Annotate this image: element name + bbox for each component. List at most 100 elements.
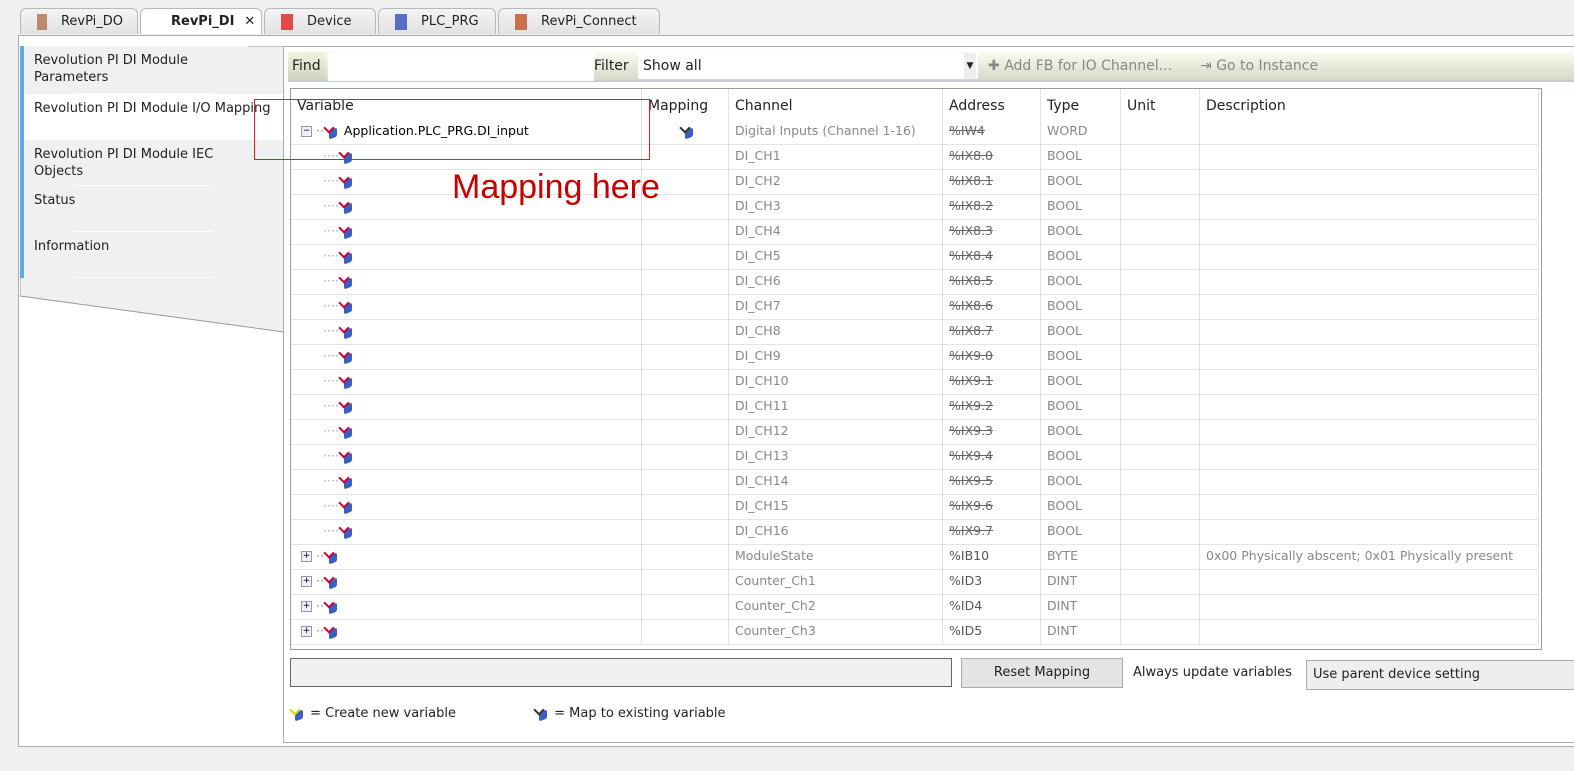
table-row[interactable]: ···· DI_CH10 %IX9.1 BOOL [291, 369, 1539, 395]
create-variable-icon [290, 706, 306, 722]
table-row[interactable]: ···· DI_CH15 %IX9.6 BOOL [291, 494, 1539, 520]
cell-channel: DI_CH11 [729, 394, 943, 419]
table-row[interactable]: ···· DI_CH5 %IX8.4 BOOL [291, 244, 1539, 270]
chevron-down-icon[interactable]: ▼ [964, 53, 976, 79]
find-input[interactable] [328, 53, 594, 81]
cell-variable[interactable]: + ·· [291, 569, 642, 594]
cell-variable[interactable]: + ·· [291, 544, 642, 569]
cell-variable[interactable]: ···· [291, 319, 642, 344]
cell-type: BOOL [1041, 294, 1121, 319]
cell-address: %IX8.2 [943, 194, 1041, 219]
cell-unit [1121, 569, 1200, 594]
reset-mapping-button[interactable]: Reset Mapping [961, 658, 1123, 688]
cell-mapping [642, 519, 729, 544]
column-header-description[interactable]: Description [1200, 89, 1539, 119]
status-field[interactable] [290, 658, 952, 687]
cell-variable[interactable]: ···· [291, 219, 642, 244]
cell-mapping [642, 444, 729, 469]
sidebar-item[interactable]: Revolution PI DI Module Parameters [20, 46, 248, 94]
cell-type-text: BOOL [1047, 298, 1082, 313]
cell-variable[interactable]: + ·· [291, 594, 642, 619]
sidebar-item[interactable]: Revolution PI DI Module I/O Mapping [20, 94, 284, 140]
cell-description [1200, 469, 1539, 494]
cell-unit [1121, 144, 1200, 169]
table-row[interactable]: + ·· Counter_Ch2 %ID4 DINT [291, 594, 1539, 620]
cell-variable[interactable]: ···· [291, 294, 642, 319]
table-row[interactable]: ···· DI_CH8 %IX8.7 BOOL [291, 319, 1539, 345]
column-header-type[interactable]: Type [1041, 89, 1121, 119]
column-header-address[interactable]: Address [943, 89, 1041, 119]
filter-select[interactable]: Show all ▼ [638, 53, 978, 79]
cell-variable[interactable]: ···· [291, 344, 642, 369]
cell-unit [1121, 494, 1200, 519]
table-row[interactable]: + ·· ModuleState %IB10 BYTE 0x00 Physically … [291, 544, 1539, 570]
always-update-select[interactable]: Use parent device setting [1306, 660, 1574, 690]
cell-unit [1121, 294, 1200, 319]
table-row[interactable]: ···· DI_CH14 %IX9.5 BOOL [291, 469, 1539, 495]
expand-icon[interactable]: + [301, 601, 312, 612]
table-row[interactable]: ···· DI_CH13 %IX9.4 BOOL [291, 444, 1539, 470]
cell-type: BOOL [1041, 394, 1121, 419]
column-header-channel[interactable]: Channel [729, 89, 943, 119]
cell-mapping [642, 244, 729, 269]
tab-revpi_do[interactable]: RevPi_DO [20, 8, 138, 34]
table-row[interactable]: + ·· Counter_Ch1 %ID3 DINT [291, 569, 1539, 595]
cell-variable[interactable]: ···· [291, 519, 642, 544]
cell-variable[interactable]: ···· [291, 444, 642, 469]
sidebar-item[interactable]: Revolution PI DI Module IEC Objects [20, 140, 248, 186]
tab-revpi_di[interactable]: RevPi_DI ✕ [140, 8, 262, 34]
io-variable-icon [339, 524, 355, 540]
module-icon [37, 13, 47, 30]
cell-type-text: BOOL [1047, 373, 1082, 388]
tab-plc_prg[interactable]: PLC_PRG [378, 8, 496, 34]
table-row[interactable]: ···· DI_CH6 %IX8.5 BOOL [291, 269, 1539, 295]
cell-variable[interactable]: ···· [291, 269, 642, 294]
add-fb-button[interactable]: ✚ Add FB for IO Channel... [988, 52, 1172, 80]
table-row[interactable]: ···· DI_CH7 %IX8.6 BOOL [291, 294, 1539, 320]
column-header-mapping[interactable]: Mapping [642, 89, 729, 119]
cell-type: BOOL [1041, 444, 1121, 469]
cell-address-text: %ID3 [949, 573, 983, 588]
cell-channel-text: DI_CH10 [735, 373, 789, 388]
cell-channel: DI_CH3 [729, 194, 943, 219]
find-label: Find [288, 52, 325, 80]
tab-label: PLC_PRG [421, 14, 479, 29]
expand-icon[interactable]: + [301, 576, 312, 587]
cell-description [1200, 519, 1539, 544]
cell-address-text: %IX9.1 [949, 373, 994, 388]
cell-mapping [642, 494, 729, 519]
cell-variable[interactable]: ···· [291, 469, 642, 494]
cell-description [1200, 144, 1539, 169]
cell-variable[interactable]: ···· [291, 494, 642, 519]
table-row[interactable]: + ·· Counter_Ch3 %ID5 DINT [291, 619, 1539, 645]
cell-variable[interactable]: ···· [291, 369, 642, 394]
cell-channel: ModuleState [729, 544, 943, 569]
cell-type-text: WORD [1047, 123, 1088, 138]
cell-channel-text: DI_CH3 [735, 198, 781, 213]
column-header-unit[interactable]: Unit [1121, 89, 1200, 119]
table-row[interactable]: ···· DI_CH4 %IX8.3 BOOL [291, 219, 1539, 245]
table-row[interactable]: ···· DI_CH11 %IX9.2 BOOL [291, 394, 1539, 420]
cell-mapping [642, 594, 729, 619]
cell-type-text: BOOL [1047, 498, 1082, 513]
go-to-instance-button[interactable]: ⇥ Go to Instance [1200, 52, 1318, 80]
cell-variable[interactable]: ···· [291, 244, 642, 269]
cell-variable[interactable]: ···· [291, 394, 642, 419]
expand-icon[interactable]: + [301, 626, 312, 637]
close-icon[interactable]: ✕ [244, 14, 255, 29]
tab-device[interactable]: Device [264, 8, 376, 34]
table-row[interactable]: ···· DI_CH12 %IX9.3 BOOL [291, 419, 1539, 445]
cell-description [1200, 419, 1539, 444]
table-row[interactable]: ···· DI_CH9 %IX9.0 BOOL [291, 344, 1539, 370]
cell-variable[interactable]: + ·· [291, 619, 642, 644]
cell-address: %ID3 [943, 569, 1041, 594]
cell-channel: DI_CH10 [729, 369, 943, 394]
cell-variable[interactable]: ···· [291, 419, 642, 444]
sidebar-item[interactable]: Status [20, 186, 248, 232]
cell-address: %IW4 [943, 119, 1041, 144]
expand-icon[interactable]: + [301, 551, 312, 562]
tab-revpi_connect[interactable]: RevPi_Connect [498, 8, 660, 34]
cell-unit [1121, 194, 1200, 219]
table-row[interactable]: ···· DI_CH16 %IX9.7 BOOL [291, 519, 1539, 545]
sidebar-item[interactable]: Information [20, 232, 248, 278]
